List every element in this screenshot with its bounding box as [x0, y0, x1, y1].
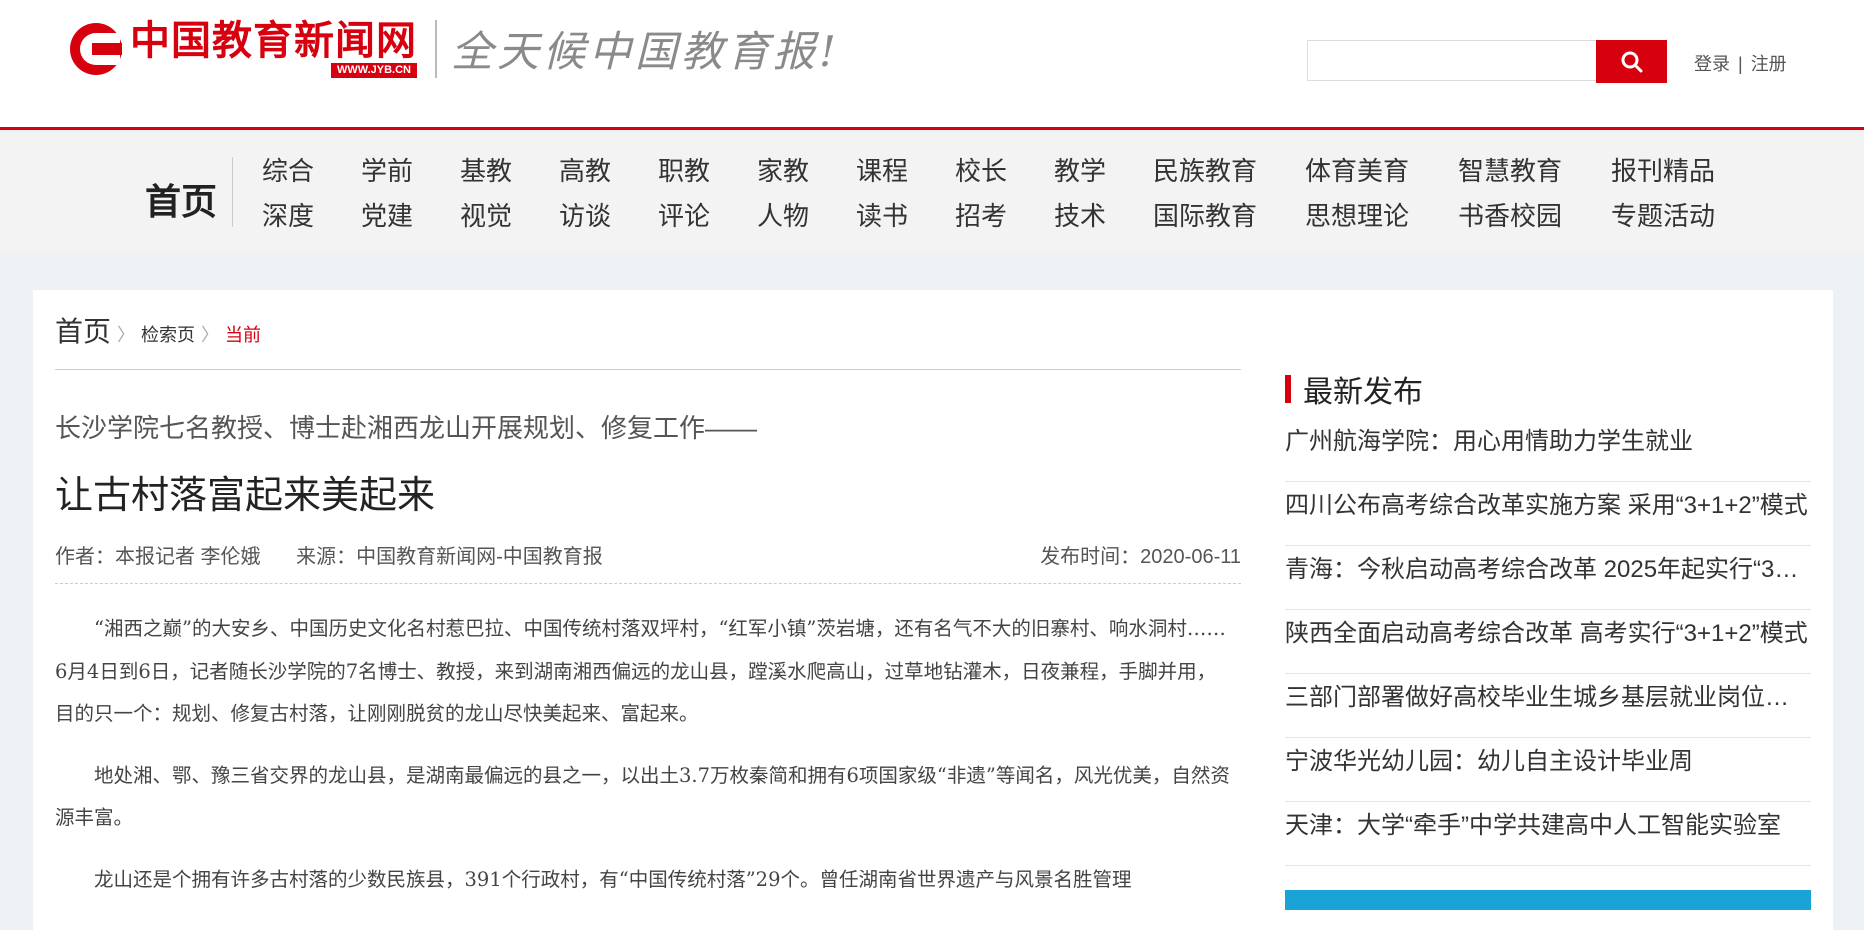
nav-item[interactable]: 思想理论	[1305, 196, 1458, 241]
article-paragraph: 龙山还是个拥有许多古村落的少数民族县，391个行政村，有“中国传统村落”29个。…	[94, 867, 1132, 891]
news-item[interactable]: 三部门部署做好高校毕业生城乡基层就业岗位发布工作	[1285, 674, 1811, 738]
nav-item[interactable]: 国际教育	[1153, 196, 1305, 241]
nav-item[interactable]: 民族教育	[1153, 151, 1305, 196]
nav-item[interactable]: 综合	[262, 151, 361, 196]
nav-item[interactable]: 体育美育	[1305, 151, 1458, 196]
news-item[interactable]: 青海：今秋启动高考综合改革 2025年起实行“3+1+2”	[1285, 546, 1811, 610]
logo-url: WWW.JYB.CN	[331, 63, 417, 78]
search-bar	[1307, 40, 1667, 83]
nav-item[interactable]: 课程	[856, 151, 955, 196]
login-link[interactable]: 登录	[1694, 54, 1730, 74]
site-header: 中国教育新闻网 WWW.JYB.CN 全天候中国教育报! 登录 | 注册	[0, 0, 1864, 130]
site-logo[interactable]: 中国教育新闻网 WWW.JYB.CN 全天候中国教育报!	[70, 18, 840, 79]
sidebar-header: 最新发布	[1285, 367, 1423, 411]
nav-item[interactable]: 智慧教育	[1458, 151, 1611, 196]
nav-item[interactable]: 家教	[757, 151, 856, 196]
news-item[interactable]: 天津：大学“牵手”中学共建高中人工智能实验室	[1285, 802, 1811, 866]
divider	[55, 369, 1241, 370]
nav-item[interactable]: 招考	[955, 196, 1054, 241]
news-item[interactable]: 陕西全面启动高考综合改革 高考实行“3+1+2”模式	[1285, 610, 1811, 674]
nav-item[interactable]: 校长	[955, 151, 1054, 196]
sidebar-title: 最新发布	[1303, 376, 1423, 409]
nav-grid: 综合 学前 基教 高教 职教 家教 课程 校长 教学 民族教育 体育美育 智慧教…	[262, 151, 1731, 241]
nav-item[interactable]: 教学	[1054, 151, 1153, 196]
search-button[interactable]	[1596, 40, 1667, 83]
nav-item[interactable]: 深度	[262, 196, 361, 241]
auth-separator: |	[1738, 54, 1743, 74]
article-title: 让古村落富起来美起来	[55, 475, 436, 517]
sidebar-banner-image[interactable]	[1285, 890, 1811, 910]
article-author: 作者：本报记者 李伦娥	[55, 546, 261, 568]
article-body: “湘西之巅”的大安乡、中国历史文化名村惹巴拉、中国传统村落双坪村，“红军小镇”茨…	[55, 608, 1235, 920]
news-item[interactable]: 宁波华光幼儿园：幼儿自主设计毕业周	[1285, 738, 1811, 802]
nav-item[interactable]: 评论	[658, 196, 757, 241]
search-icon	[1621, 51, 1642, 72]
nav-item[interactable]: 访谈	[559, 196, 658, 241]
article-subtitle: 长沙学院七名教授、博士赴湘西龙山开展规划、修复工作——	[55, 413, 758, 443]
logo-name: 中国教育新闻网	[130, 17, 417, 64]
logo-mark-icon	[70, 22, 122, 75]
breadcrumb: 首页 〉 检索页 〉 当前	[55, 310, 261, 350]
article-meta: 作者：本报记者 李伦娥 来源：中国教育新闻网-中国教育报 发布时间：2020-0…	[55, 540, 1241, 569]
news-item[interactable]: 四川公布高考综合改革实施方案 采用“3+1+2”模式	[1285, 482, 1811, 546]
nav-item[interactable]: 职教	[658, 151, 757, 196]
chevron-right-icon: 〉	[117, 325, 136, 345]
latest-news-list: 广州航海学院：用心用情助力学生就业 四川公布高考综合改革实施方案 采用“3+1+…	[1285, 418, 1811, 866]
main-nav: 首页 综合 学前 基教 高教 职教 家教 课程 校长 教学 民族教育 体育美育 …	[0, 133, 1864, 253]
auth-links: 登录 | 注册	[1694, 50, 1787, 76]
nav-item[interactable]: 人物	[757, 196, 856, 241]
nav-item[interactable]: 专题活动	[1611, 196, 1731, 241]
register-link[interactable]: 注册	[1751, 54, 1787, 74]
nav-item[interactable]: 技术	[1054, 196, 1153, 241]
nav-item[interactable]: 基教	[460, 151, 559, 196]
breadcrumb-home[interactable]: 首页	[55, 310, 111, 350]
section-marker	[1285, 375, 1291, 403]
nav-item[interactable]: 书香校园	[1458, 196, 1611, 241]
logo-divider	[435, 19, 437, 78]
nav-item[interactable]: 学前	[361, 151, 460, 196]
divider	[55, 583, 1241, 584]
nav-item[interactable]: 读书	[856, 196, 955, 241]
news-item[interactable]: 广州航海学院：用心用情助力学生就业	[1285, 418, 1811, 482]
chevron-right-icon: 〉	[201, 325, 220, 345]
search-input[interactable]	[1307, 40, 1596, 81]
article-date: 发布时间：2020-06-11	[1040, 546, 1241, 568]
nav-item[interactable]: 高教	[559, 151, 658, 196]
logo-text: 中国教育新闻网 WWW.JYB.CN	[130, 19, 417, 78]
nav-item[interactable]: 报刊精品	[1611, 151, 1731, 196]
nav-divider	[232, 157, 233, 227]
nav-item[interactable]: 视觉	[460, 196, 559, 241]
breadcrumb-search[interactable]: 检索页	[141, 321, 195, 347]
slogan: 全天候中国教育报!	[451, 27, 840, 76]
article-paragraph: 地处湘、鄂、豫三省交界的龙山县，是湖南最偏远的县之一，以出土3.7万枚秦简和拥有…	[55, 763, 1230, 830]
article-paragraph: “湘西之巅”的大安乡、中国历史文化名村惹巴拉、中国传统村落双坪村，“红军小镇”茨…	[55, 617, 1226, 725]
breadcrumb-current: 当前	[225, 325, 262, 345]
article-source: 来源：中国教育新闻网-中国教育报	[296, 546, 603, 568]
nav-home[interactable]: 首页	[145, 173, 217, 225]
nav-item[interactable]: 党建	[361, 196, 460, 241]
